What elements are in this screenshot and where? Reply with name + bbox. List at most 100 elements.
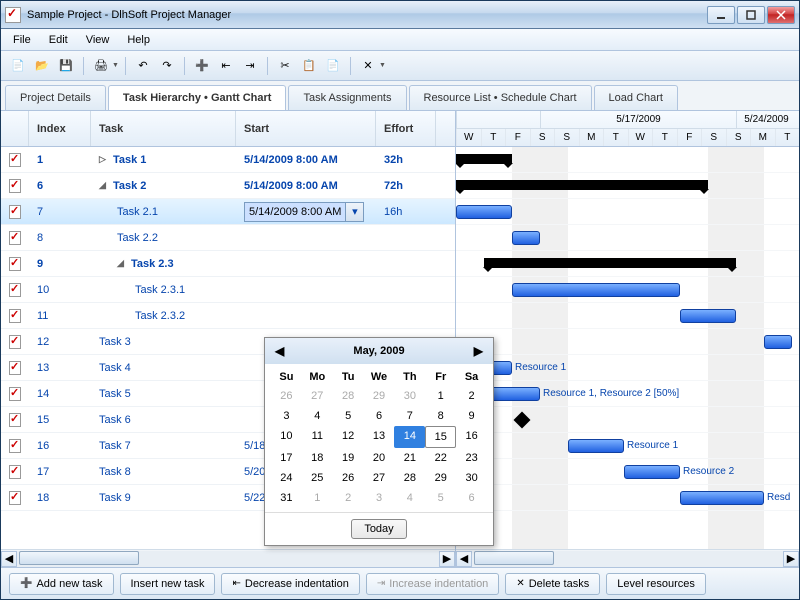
undo-icon[interactable]: ↶ [132, 55, 154, 77]
cal-day[interactable]: 27 [364, 468, 395, 488]
milestone-icon[interactable] [514, 412, 531, 429]
print-icon[interactable]: 🖨 [90, 55, 112, 77]
task-row[interactable]: 7 Task 2.1 5/14/2009 8:00 AM▾ 16h [1, 199, 455, 225]
cal-day[interactable]: 5 [333, 406, 364, 426]
open-icon[interactable]: 📂 [31, 55, 53, 77]
cal-day[interactable]: 26 [271, 386, 302, 406]
cal-day[interactable]: 30 [394, 386, 425, 406]
insert-new-task-button[interactable]: Insert new task [120, 573, 216, 595]
menu-edit[interactable]: Edit [41, 32, 76, 48]
expander-icon[interactable]: ◢ [99, 180, 109, 191]
cal-day[interactable]: 29 [425, 468, 456, 488]
task-bar[interactable] [512, 283, 680, 297]
cal-day[interactable]: 4 [394, 488, 425, 508]
cal-day[interactable]: 30 [456, 468, 487, 488]
cal-next-icon[interactable]: ▶ [474, 344, 483, 358]
copy-icon[interactable]: 📋 [298, 55, 320, 77]
cal-day[interactable]: 31 [271, 488, 302, 508]
cal-day[interactable]: 1 [425, 386, 456, 406]
cal-day[interactable]: 26 [333, 468, 364, 488]
cal-day[interactable]: 25 [302, 468, 333, 488]
tab-project-details[interactable]: Project Details [5, 85, 106, 110]
cal-day[interactable]: 6 [364, 406, 395, 426]
cal-day[interactable]: 8 [425, 406, 456, 426]
cal-day[interactable]: 20 [364, 448, 395, 468]
task-bar[interactable] [456, 205, 512, 219]
task-bar[interactable]: Resd [680, 491, 764, 505]
cal-day[interactable]: 4 [302, 406, 333, 426]
cal-day[interactable]: 29 [364, 386, 395, 406]
scroll-thumb[interactable] [19, 551, 139, 565]
new-icon[interactable]: 📄 [7, 55, 29, 77]
cal-day[interactable]: 18 [302, 448, 333, 468]
minimize-button[interactable] [707, 6, 735, 24]
summary-bar[interactable] [456, 154, 512, 164]
summary-bar[interactable] [456, 180, 708, 190]
cal-day[interactable]: 28 [333, 386, 364, 406]
date-input[interactable]: 5/14/2009 8:00 AM▾ [244, 202, 364, 222]
task-row[interactable]: 10 Task 2.3.1 [1, 277, 455, 303]
delete-tasks-button[interactable]: ✕Delete tasks [505, 573, 600, 595]
gantt-hscroll[interactable]: ◀ ▶ [456, 549, 799, 567]
paste-icon[interactable]: 📄 [322, 55, 344, 77]
add-new-task-button[interactable]: ➕Add new task [9, 573, 114, 595]
task-row[interactable]: 9 ◢Task 2.3 [1, 251, 455, 277]
menu-view[interactable]: View [78, 32, 118, 48]
gantt-body[interactable]: Resource 1Resource 1, Resource 2 [50%]Re… [456, 147, 799, 549]
cal-day[interactable]: 9 [456, 406, 487, 426]
menu-file[interactable]: File [5, 32, 39, 48]
redo-icon[interactable]: ↷ [156, 55, 178, 77]
print-dropdown-icon[interactable]: ▼ [112, 62, 119, 69]
cal-day[interactable]: 1 [302, 488, 333, 508]
tab-resource-list[interactable]: Resource List • Schedule Chart [409, 85, 592, 110]
cal-day[interactable]: 10 [271, 426, 302, 448]
scroll-left-icon[interactable]: ◀ [1, 551, 17, 567]
menu-help[interactable]: Help [119, 32, 158, 48]
cal-day[interactable]: 11 [302, 426, 333, 448]
delete-icon[interactable]: ✕ [357, 55, 379, 77]
cal-day[interactable]: 2 [333, 488, 364, 508]
cal-day[interactable]: 21 [394, 448, 425, 468]
cal-day[interactable]: 19 [333, 448, 364, 468]
gantt-scroll-left-icon[interactable]: ◀ [456, 551, 472, 567]
decrease-indent-button[interactable]: ⇤Decrease indentation [221, 573, 359, 595]
cal-day[interactable]: 28 [394, 468, 425, 488]
task-bar[interactable]: Resource 2 [624, 465, 680, 479]
tab-task-assignments[interactable]: Task Assignments [288, 85, 406, 110]
task-row[interactable]: 11 Task 2.3.2 [1, 303, 455, 329]
cal-today-button[interactable]: Today [351, 519, 406, 539]
cal-day[interactable]: 23 [456, 448, 487, 468]
date-dropdown-icon[interactable]: ▾ [345, 203, 363, 221]
cal-day[interactable]: 12 [333, 426, 364, 448]
summary-bar[interactable] [484, 258, 736, 268]
col-start[interactable]: Start [236, 111, 376, 146]
add-task-icon[interactable]: ➕ [191, 55, 213, 77]
col-effort[interactable]: Effort [376, 111, 436, 146]
cut-icon[interactable]: ✂ [274, 55, 296, 77]
outdent-icon[interactable]: ⇤ [215, 55, 237, 77]
task-bar[interactable] [512, 231, 540, 245]
save-icon[interactable]: 💾 [55, 55, 77, 77]
cal-day[interactable]: 2 [456, 386, 487, 406]
expander-icon[interactable]: ◢ [117, 258, 127, 269]
tab-task-hierarchy[interactable]: Task Hierarchy • Gantt Chart [108, 85, 287, 110]
increase-indent-button[interactable]: ⇥Increase indentation [366, 573, 499, 595]
cal-day[interactable]: 14 [394, 426, 425, 448]
task-bar[interactable]: Resource 1 [568, 439, 624, 453]
close-button[interactable] [767, 6, 795, 24]
maximize-button[interactable] [737, 6, 765, 24]
gantt-scroll-thumb[interactable] [474, 551, 554, 565]
task-row[interactable]: 1 ▷Task 1 5/14/2009 8:00 AM 32h [1, 147, 455, 173]
cal-day[interactable]: 16 [456, 426, 487, 448]
cal-day[interactable]: 17 [271, 448, 302, 468]
cal-day[interactable]: 22 [425, 448, 456, 468]
expander-icon[interactable]: ▷ [99, 154, 109, 165]
cal-day[interactable]: 3 [271, 406, 302, 426]
col-index[interactable]: Index [29, 111, 91, 146]
cal-day[interactable]: 6 [456, 488, 487, 508]
delete-dropdown-icon[interactable]: ▼ [379, 62, 386, 69]
task-bar[interactable] [764, 335, 792, 349]
cal-day[interactable]: 24 [271, 468, 302, 488]
task-bar[interactable] [680, 309, 736, 323]
task-row[interactable]: 6 ◢Task 2 5/14/2009 8:00 AM 72h [1, 173, 455, 199]
